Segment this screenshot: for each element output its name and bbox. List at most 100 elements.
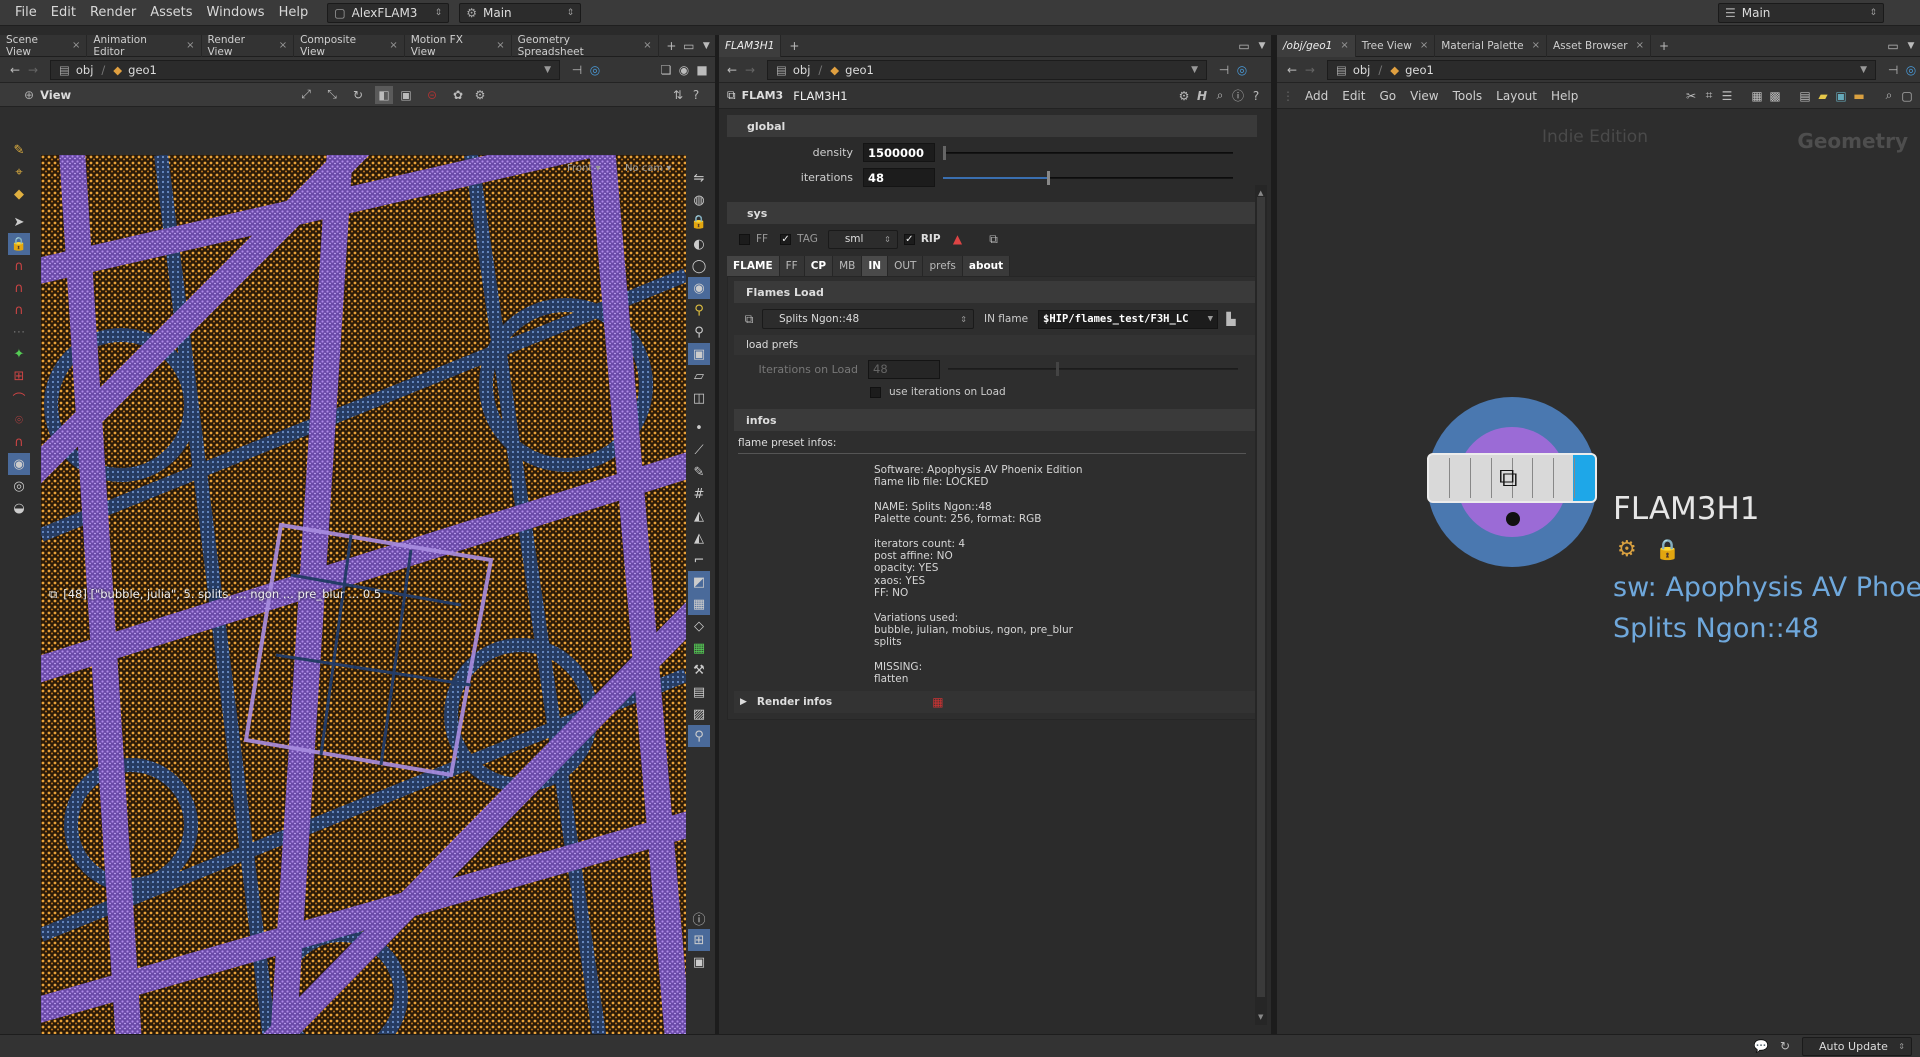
hscript-icon[interactable]: H (1193, 87, 1211, 105)
snapshot-icon[interactable]: ✿ (449, 86, 467, 104)
back-arrow-icon[interactable]: ← (6, 61, 24, 79)
tab-cp[interactable]: CP (804, 256, 834, 276)
forward-arrow-icon[interactable]: → (1301, 61, 1319, 79)
render-infos-label[interactable]: Render infos (757, 696, 832, 708)
light-icon[interactable]: ◉ (688, 277, 710, 299)
path-breadcrumb[interactable]: ▤ obj / ◆ geo1 ▼ (50, 59, 560, 80)
settings-icon[interactable]: ⚙ (471, 86, 489, 104)
iterations-slider-handle[interactable] (1047, 170, 1051, 185)
photo-icon[interactable]: ▨ (688, 703, 710, 725)
close-icon[interactable]: × (1340, 40, 1348, 51)
tab-about[interactable]: about (962, 256, 1011, 276)
close-icon[interactable]: × (72, 40, 80, 51)
bucket2-icon[interactable]: ◭ (688, 527, 710, 549)
tab-prefs[interactable]: prefs (923, 256, 963, 276)
menu-help[interactable]: Help (1551, 89, 1578, 103)
link-icon[interactable]: ◎ (1902, 61, 1920, 79)
pointer-icon[interactable]: ➤ (8, 211, 30, 233)
tool-icon[interactable]: ⚒ (688, 659, 710, 681)
tab-flame[interactable]: FLAME (727, 256, 780, 276)
slider-handle[interactable] (1056, 362, 1059, 376)
back-arrow-icon[interactable]: ← (723, 61, 741, 79)
link-icon[interactable]: ◎ (586, 61, 604, 79)
section-sys[interactable]: sys (727, 202, 1257, 224)
close-icon[interactable]: × (389, 40, 397, 51)
scroll-down-icon[interactable]: ▼ (1258, 1013, 1263, 1021)
maximize-icon[interactable]: ■ (693, 61, 711, 79)
export-icon[interactable]: ▢ (1898, 87, 1916, 105)
auto-update-menu[interactable]: Auto Update ⇕ (1802, 1036, 1912, 1056)
box-icon[interactable]: ▤ (688, 681, 710, 703)
line-icon[interactable]: ⟋ (688, 439, 710, 461)
menu-add[interactable]: Add (1305, 89, 1328, 103)
sticky-note-icon[interactable]: ▰ (1814, 87, 1832, 105)
camera-menu[interactable]: Front ▾ (567, 163, 601, 174)
help-icon[interactable]: ? (1247, 87, 1265, 105)
pin-icon[interactable]: ⊣ (1215, 61, 1233, 79)
camera2-icon[interactable]: ▣ (688, 343, 710, 365)
tab-render-view[interactable]: Render View × (202, 34, 295, 58)
tab-out[interactable]: OUT (888, 256, 924, 276)
lasso-icon[interactable]: ⌖ (8, 161, 30, 183)
chat-icon[interactable]: 💬 (1752, 1037, 1770, 1055)
preset-menu[interactable]: Splits Ngon::48 ⇕ (762, 309, 974, 329)
close-icon[interactable]: × (186, 40, 194, 51)
dots-icon[interactable]: ⋯ (8, 321, 30, 343)
forward-arrow-icon[interactable]: → (24, 61, 42, 79)
density-slider-handle[interactable] (943, 145, 946, 160)
pin2-icon[interactable]: ⚲ (688, 321, 710, 343)
menu-help[interactable]: Help (272, 5, 316, 20)
close-icon[interactable]: × (1532, 40, 1540, 51)
add-tab-icon[interactable]: + (785, 37, 803, 55)
tab-in[interactable]: IN (862, 256, 889, 276)
image-icon[interactable]: ▣ (1832, 87, 1850, 105)
section-flames-load[interactable]: Flames Load (734, 281, 1256, 303)
flam3-load-icon[interactable]: ⧉ (740, 310, 758, 328)
right-context-selector[interactable]: ☰ Main ⇕ (1718, 2, 1884, 23)
camera-tool-icon[interactable]: ◎ (8, 475, 30, 497)
tools-icon[interactable]: ✂ (1682, 87, 1700, 105)
record-icon[interactable]: ⊝ (423, 86, 441, 104)
filter-icon[interactable]: ⇅ (669, 86, 687, 104)
cube-icon[interactable]: ▱ (688, 365, 710, 387)
corner-icon[interactable]: ⌐ (688, 549, 710, 571)
tab-network[interactable]: /obj/geo1 × (1277, 34, 1356, 57)
tab-tree-view[interactable]: Tree View × (1356, 34, 1436, 57)
param-path-breadcrumb[interactable]: ▤ obj / ◆ geo1 ▼ (767, 59, 1207, 80)
snap-icon[interactable]: ✦ (8, 343, 30, 365)
menu-file[interactable]: File (8, 5, 44, 20)
section-infos[interactable]: infos (734, 409, 1256, 431)
info-icon[interactable]: ⓘ (1229, 87, 1247, 105)
grid-icon[interactable]: ▦ (688, 593, 710, 615)
iterations-on-load-slider[interactable] (948, 359, 1238, 379)
section-load-prefs[interactable]: load prefs (734, 335, 1256, 355)
path-geo[interactable]: geo1 (128, 63, 157, 77)
pane-layout-icon[interactable]: ▭ (1884, 37, 1902, 55)
param-scrollbar[interactable]: ▲ ▼ (1255, 185, 1267, 1025)
stack-icon[interactable]: ❏ (657, 61, 675, 79)
no-cam-menu[interactable]: No cam ▾ (625, 163, 671, 174)
tab-material-palette[interactable]: Material Palette × (1435, 34, 1547, 57)
close-icon[interactable]: × (643, 40, 651, 51)
cube2-icon[interactable]: ◫ (688, 387, 710, 409)
scroll-up-icon[interactable]: ▲ (1258, 189, 1263, 197)
pencil-icon[interactable]: ✎ (688, 461, 710, 483)
chevron-down-icon[interactable]: ▼ (1191, 65, 1198, 75)
ff-checkbox[interactable] (739, 233, 750, 245)
bucket-icon[interactable]: ◭ (688, 505, 710, 527)
path-obj[interactable]: obj (1353, 63, 1371, 77)
sync-icon[interactable]: ◉ (675, 61, 693, 79)
tab-mb[interactable]: MB (833, 256, 863, 276)
add-tab-icon[interactable]: + (663, 37, 680, 55)
chevron-down-icon[interactable]: ▼ (1860, 65, 1867, 75)
quad-view-icon[interactable]: ⊞ (688, 929, 710, 951)
list-icon[interactable]: ☰ (1718, 87, 1736, 105)
size-menu[interactable]: sml ⇕ (827, 229, 898, 249)
menu-edit[interactable]: Edit (44, 5, 83, 20)
menu-edit[interactable]: Edit (1342, 89, 1365, 103)
sphere-icon[interactable]: ◯ (688, 255, 710, 277)
scroll-thumb[interactable] (1257, 197, 1265, 997)
iterations-on-load-field[interactable]: 48 (868, 359, 940, 379)
grid-view2-icon[interactable]: ▩ (1766, 87, 1784, 105)
network-box-icon[interactable]: ▤ (1796, 87, 1814, 105)
